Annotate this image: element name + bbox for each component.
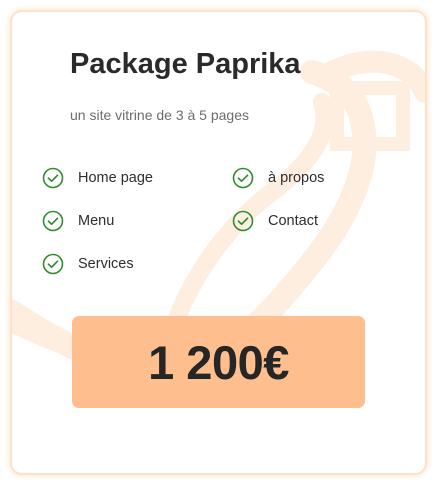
check-circle-icon <box>232 167 254 189</box>
feature-item-menu: Menu <box>42 209 114 233</box>
check-circle-icon <box>42 210 64 232</box>
price-box[interactable]: 1 200€ <box>72 316 365 408</box>
feature-label: à propos <box>268 170 325 186</box>
package-subtitle: un site vitrine de 3 à 5 pages <box>70 107 250 123</box>
check-circle-icon <box>42 167 64 189</box>
feature-item-services: Services <box>42 252 134 276</box>
package-title: Package Paprika <box>70 48 301 80</box>
package-card: Package Paprika un site vitrine de 3 à 5… <box>12 12 425 473</box>
check-circle-icon <box>42 253 64 275</box>
feature-item-a-propos: à propos <box>232 166 324 190</box>
feature-label: Contact <box>268 213 318 229</box>
feature-item-contact: Contact <box>232 209 318 233</box>
feature-label: Home page <box>78 170 153 186</box>
check-circle-icon <box>232 210 254 232</box>
feature-item-home-page: Home page <box>42 166 153 190</box>
feature-label: Menu <box>78 213 115 229</box>
price-value: 1 200€ <box>148 335 289 389</box>
feature-label: Services <box>78 256 134 272</box>
